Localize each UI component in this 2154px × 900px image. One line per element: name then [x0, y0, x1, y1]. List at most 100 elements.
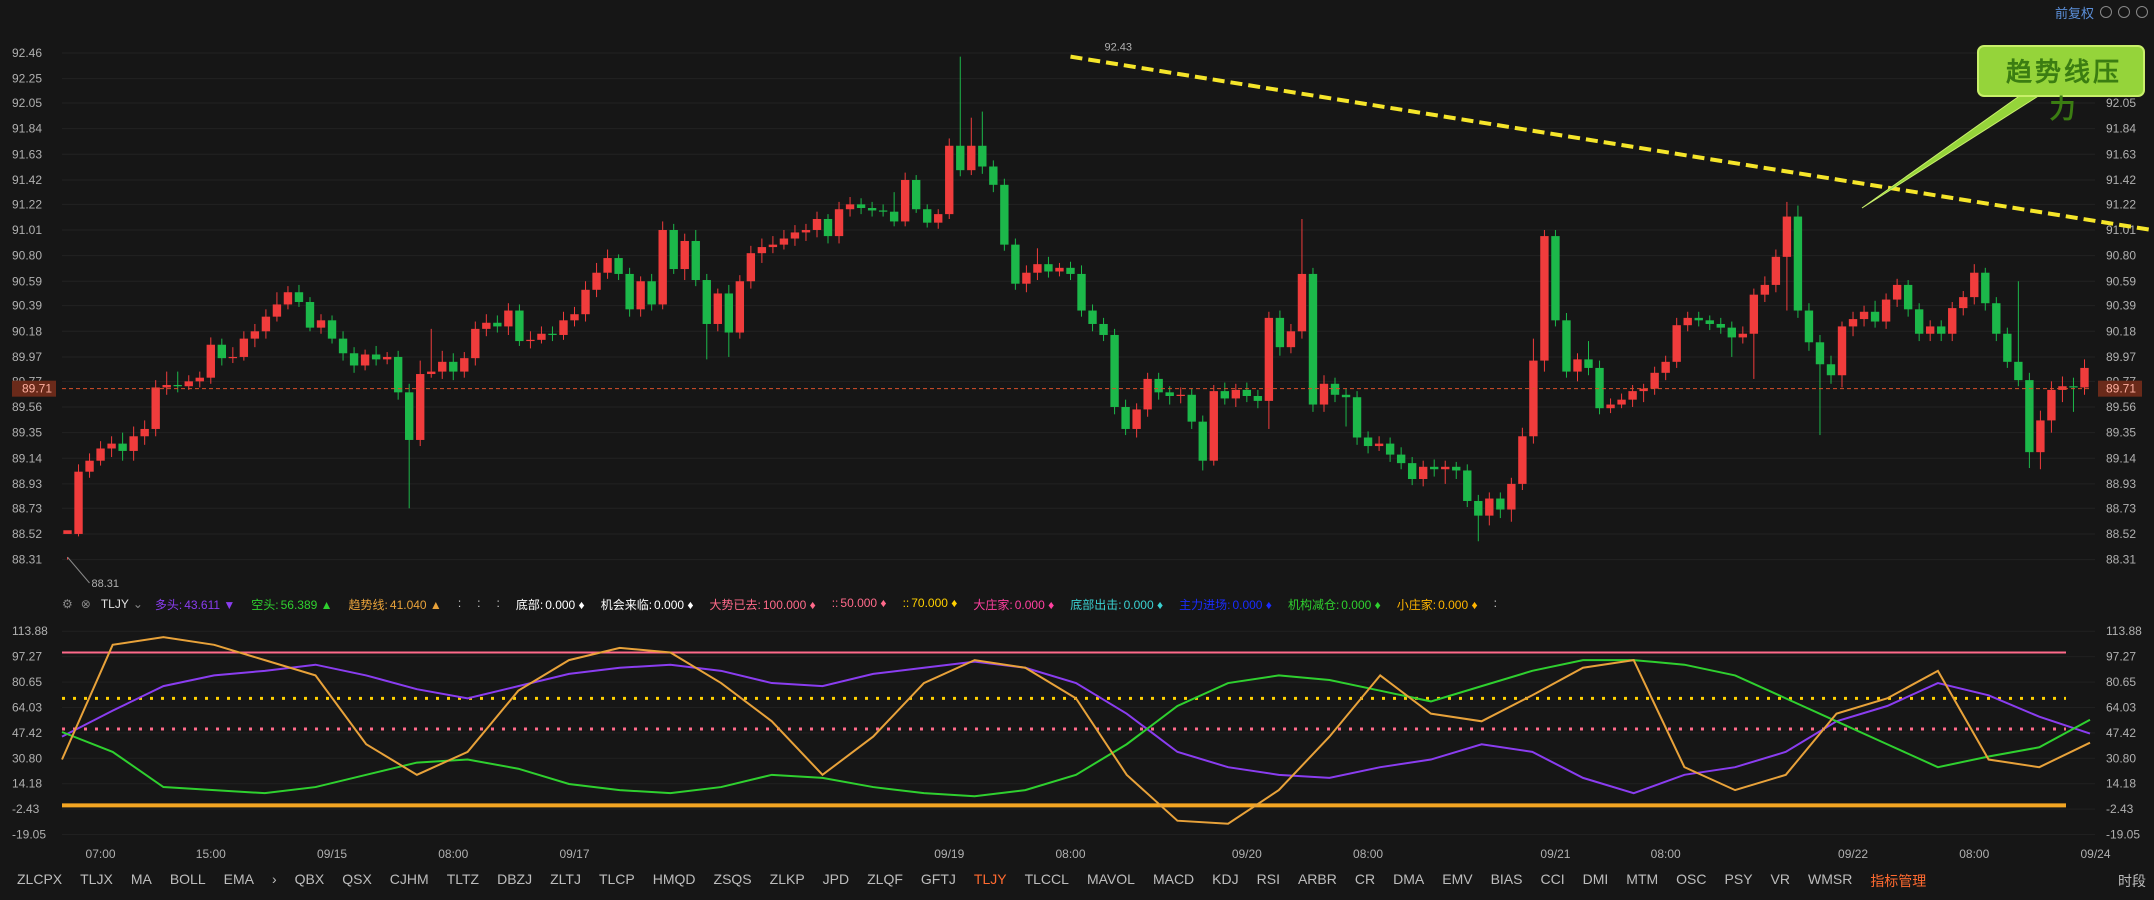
- time-label: 09/20: [1232, 847, 1262, 861]
- price-tick-label: 90.39: [2106, 299, 2136, 313]
- tab-vr[interactable]: VR: [1762, 871, 1799, 891]
- restore-icon[interactable]: [2100, 6, 2112, 18]
- time-label: 08:00: [1959, 847, 1989, 861]
- tab-dbzj[interactable]: DBZJ: [488, 871, 541, 891]
- candle: [1121, 399, 1130, 436]
- candle: [614, 254, 623, 281]
- tab-tljy[interactable]: TLJY: [965, 871, 1016, 891]
- tab-hmqd[interactable]: HMQD: [644, 871, 705, 891]
- tab-tltz[interactable]: TLTZ: [438, 871, 488, 891]
- adjust-mode-link[interactable]: 前复权: [2055, 3, 2094, 22]
- candle: [1892, 278, 1902, 307]
- tab-tlcp[interactable]: TLCP: [590, 871, 644, 891]
- tab-macd[interactable]: MACD: [1144, 871, 1203, 891]
- candle-body: [878, 210, 888, 212]
- candle-body: [2025, 380, 2034, 453]
- tab-list: ZLCPX TLJX MA BOLL EMA › QBX QSX CJHM TLTZ DBZJ ZLT…: [8, 871, 1935, 891]
- indicator-tick-label: -2.43: [12, 802, 40, 816]
- candle: [1793, 205, 1803, 318]
- close-indicator-icon[interactable]: ⊗: [81, 597, 91, 611]
- tab-wmsr[interactable]: WMSR: [1799, 871, 1861, 891]
- candle: [239, 331, 249, 361]
- candle-body: [1297, 273, 1307, 332]
- chart-canvas[interactable]: 92.46 92.25 92.05 91.84 91.63 91.42 91.22 91.01…: [0, 0, 2154, 900]
- candle-body: [978, 145, 987, 167]
- legend-item: 多头: 43.611 ▼: [154, 597, 236, 612]
- tab-qsx[interactable]: QSX: [333, 871, 381, 891]
- tab-osc[interactable]: OSC: [1667, 871, 1715, 891]
- candle: [1683, 311, 1692, 332]
- candle: [779, 229, 789, 250]
- tab-psy[interactable]: PSY: [1716, 871, 1762, 891]
- tab-cr[interactable]: CR: [1346, 871, 1384, 891]
- tab-mtm[interactable]: MTM: [1617, 871, 1667, 891]
- candle-body: [989, 166, 998, 185]
- candle: [129, 426, 138, 461]
- tab-cjhm[interactable]: CJHM: [381, 871, 438, 891]
- candle-body: [945, 145, 954, 215]
- tab-zlcpx[interactable]: ZLCPX: [8, 871, 71, 891]
- candle-body: [757, 247, 767, 254]
- tab-ma[interactable]: MA: [122, 871, 161, 891]
- candle: [1452, 461, 1461, 480]
- candle: [1275, 310, 1285, 356]
- tab-cci[interactable]: CCI: [1531, 871, 1573, 891]
- tab-emv[interactable]: EMV: [1433, 871, 1481, 891]
- candle: [140, 420, 149, 445]
- tab-qbx[interactable]: QBX: [286, 871, 334, 891]
- tab-arbr[interactable]: ARBR: [1289, 871, 1346, 891]
- tab-bias[interactable]: BIAS: [1482, 871, 1532, 891]
- tab-boll[interactable]: BOLL: [161, 871, 215, 891]
- candle-body: [1859, 311, 1869, 320]
- settings-icon[interactable]: ⚙: [62, 597, 73, 611]
- tab-mavol[interactable]: MAVOL: [1078, 871, 1144, 891]
- candle-body: [2080, 367, 2089, 388]
- legend-items: 多头: 43.611 ▼ 空头: 56.389 ▲ 趋势线: 41.040 ▲::: 底部:…: [155, 596, 1513, 613]
- candle-body: [1088, 310, 1097, 324]
- candle: [1033, 248, 1042, 281]
- candle: [1374, 436, 1384, 451]
- tab-zlqf[interactable]: ZLQF: [858, 871, 912, 891]
- tab-tljx[interactable]: TLJX: [71, 871, 122, 891]
- legend-item: 大势已去: 100.000 ♦: [709, 597, 816, 612]
- candle-body: [845, 204, 855, 210]
- candle: [1253, 389, 1263, 409]
- candle-body: [1948, 308, 1957, 334]
- period-tab[interactable]: 时段: [2118, 871, 2146, 891]
- candle: [1782, 201, 1792, 311]
- candle: [1584, 341, 1593, 376]
- tab-zltj[interactable]: ZLTJ: [541, 871, 590, 891]
- candle-body: [250, 331, 260, 339]
- chevron-down-icon[interactable]: ⌄: [133, 597, 143, 611]
- tab-dmi[interactable]: DMI: [1574, 871, 1618, 891]
- candle-body: [129, 436, 138, 451]
- candle-body: [438, 361, 447, 372]
- candle-body: [900, 179, 910, 222]
- candle-body: [570, 314, 579, 321]
- price-tick-label: 89.35: [2106, 426, 2136, 440]
- candle: [934, 209, 943, 229]
- price-tick-label: 91.63: [2106, 147, 2136, 161]
- close-icon[interactable]: [2136, 6, 2148, 18]
- indicator-name[interactable]: TLJY: [101, 597, 129, 611]
- candle-body: [1881, 299, 1891, 322]
- candle-body: [1518, 436, 1527, 484]
- tab-指标管理[interactable]: 指标管理: [1861, 871, 1935, 891]
- tab-jpd[interactable]: JPD: [814, 871, 858, 891]
- tab-dma[interactable]: DMA: [1384, 871, 1433, 891]
- tab-gftj[interactable]: GFTJ: [912, 871, 965, 891]
- minimize-icon[interactable]: [2118, 6, 2130, 18]
- candle-body: [735, 281, 745, 333]
- tab-kdj[interactable]: KDJ: [1203, 871, 1247, 891]
- tab-rsi[interactable]: RSI: [1248, 871, 1289, 891]
- tab-ema[interactable]: EMA: [215, 871, 263, 891]
- tab-zlkp[interactable]: ZLKP: [761, 871, 814, 891]
- tab-tlccl[interactable]: TLCCL: [1016, 871, 1078, 891]
- legend-value: 0.000 ♦: [545, 597, 585, 612]
- candle: [1970, 264, 1979, 305]
- tab-›[interactable]: ›: [263, 871, 286, 891]
- candle: [603, 249, 612, 279]
- tab-zsqs[interactable]: ZSQS: [705, 871, 761, 891]
- price-tick-label: 92.25: [12, 72, 42, 86]
- candle-body: [85, 460, 94, 472]
